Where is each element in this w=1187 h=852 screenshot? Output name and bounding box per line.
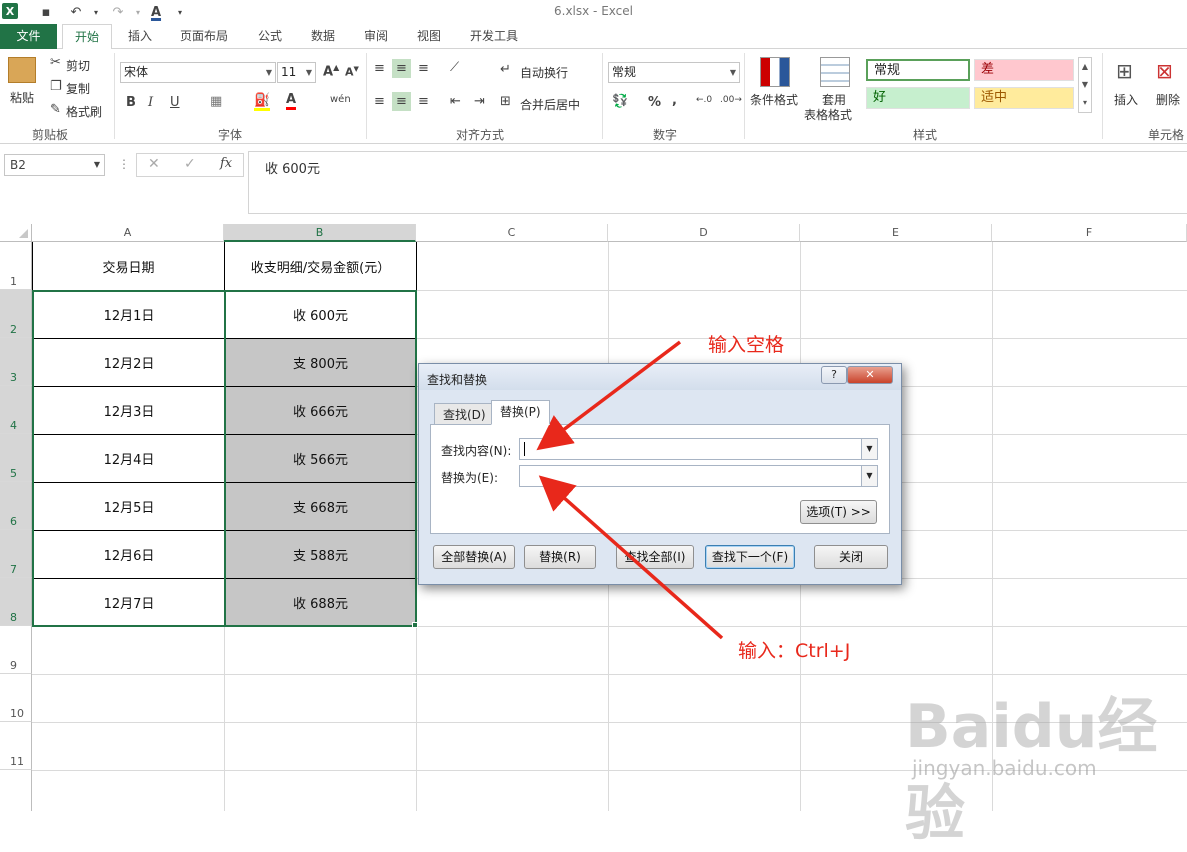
tab-replace[interactable]: 替换(P) [491, 400, 550, 425]
annotation-top: 输入空格 [708, 334, 785, 356]
annotation-bottom: 输入：Ctrl+J [738, 640, 851, 662]
baidu-watermark-url: jingyan.baidu.com [912, 756, 1097, 780]
arrow-to-replace-input [538, 475, 724, 640]
arrow-to-find-input [536, 340, 682, 451]
